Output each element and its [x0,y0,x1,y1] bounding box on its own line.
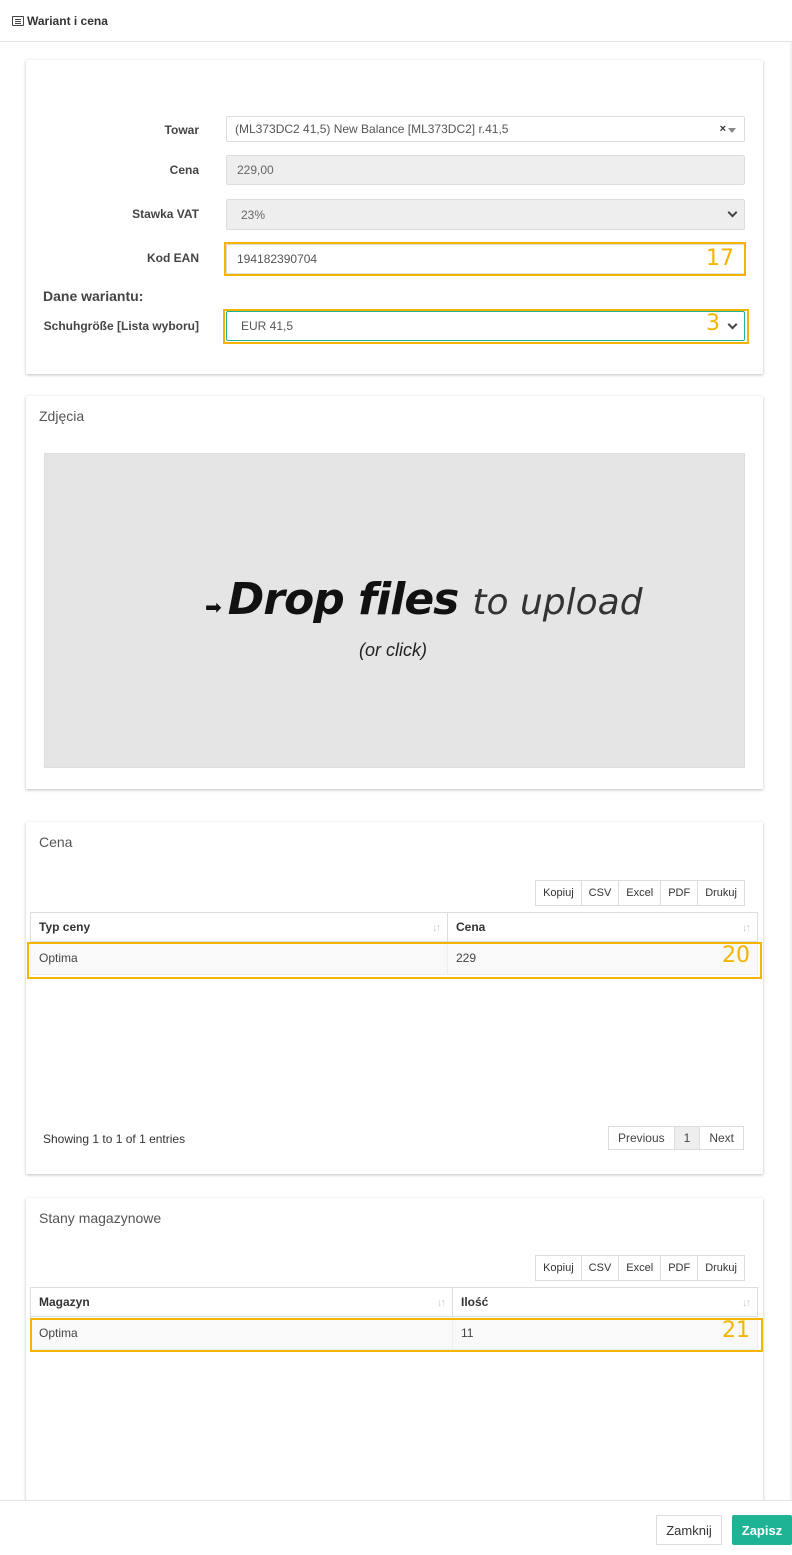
stock-row-highlight [30,1318,763,1352]
print-button[interactable]: Drukuj [697,880,745,906]
stock-export-buttons: Kopiuj CSV Excel PDF Drukuj [535,1255,745,1281]
excel-button[interactable]: Excel [618,1255,662,1281]
dropzone-light-text: to upload [472,582,643,623]
dropdown-arrow-icon[interactable] [728,128,736,133]
variant-form-panel: Towar (ML373DC2 41,5) New Balance [ML373… [26,60,763,374]
column-header-label: Ilość [461,1295,489,1309]
dropzone-bold-text: Drop files [227,574,460,625]
sort-icon: ↓↑ [742,922,751,934]
save-button[interactable]: Zapisz [732,1515,792,1545]
column-header-cena[interactable]: Cena ↓↑ [447,912,758,942]
price-export-buttons: Kopiuj CSV Excel PDF Drukuj [535,880,745,906]
column-header-label: Cena [456,920,486,934]
size-highlight [223,309,749,344]
clear-icon[interactable]: × [720,123,726,135]
list-icon [12,15,24,26]
pdf-button[interactable]: PDF [660,1255,699,1281]
pagination: Previous 1 Next [607,1126,744,1150]
sort-icon: ↓↑ [432,922,441,934]
stock-row-annotation: 21 [722,1318,750,1343]
towar-label: Towar [164,123,199,137]
ean-label: Kod EAN [147,251,199,265]
close-button[interactable]: Zamknij [656,1515,722,1545]
stock-panel: Stany magazynowe Kopiuj CSV Excel PDF Dr… [26,1198,763,1508]
chevron-down-icon [727,207,738,218]
dropzone-subtext: (or click) [359,640,427,660]
price-title: Cena [39,834,73,850]
ean-highlight [224,242,746,276]
pdf-button[interactable]: PDF [660,880,699,906]
cena-label: Cena [169,163,199,177]
excel-button[interactable]: Excel [618,880,662,906]
price-row-highlight [27,942,762,979]
column-header-typ-ceny[interactable]: Typ ceny ↓↑ [30,912,448,942]
cena-field: 229,00 [226,155,745,185]
photos-panel: Zdjęcia ➡ Drop files to upload (or click… [26,396,763,789]
modal-header: Wariant i cena [0,0,792,42]
price-row-annotation: 20 [722,943,750,968]
variant-heading: Dane wariantu: [43,288,144,304]
cena-value: 229,00 [237,163,274,177]
column-header-label: Magazyn [39,1295,90,1309]
column-header-label: Typ ceny [39,920,91,934]
page-1-button[interactable]: 1 [673,1126,701,1150]
file-dropzone[interactable]: ➡ Drop files to upload (or click) [44,453,745,768]
size-label: Schuhgröße [Lista wyboru] [43,319,199,333]
vat-select[interactable]: 23% [226,199,745,230]
dropzone-message: ➡ Drop files to upload [205,574,643,625]
column-header-ilosc[interactable]: Ilość ↓↑ [452,1287,758,1317]
table-header-row: Magazyn ↓↑ Ilość ↓↑ [30,1287,758,1317]
csv-button[interactable]: CSV [580,1255,620,1281]
column-header-magazyn[interactable]: Magazyn ↓↑ [30,1287,453,1317]
size-annotation: 3 [706,311,720,336]
sort-icon: ↓↑ [437,1297,446,1309]
print-button[interactable]: Drukuj [697,1255,745,1281]
vat-label: Stawka VAT [132,207,199,221]
photos-title: Zdjęcia [39,408,85,424]
next-page-button[interactable]: Next [699,1126,744,1150]
table-info: Showing 1 to 1 of 1 entries [43,1132,186,1146]
towar-select[interactable]: (ML373DC2 41,5) New Balance [ML373DC2] r… [226,116,745,142]
price-panel: Cena Kopiuj CSV Excel PDF Drukuj Typ cen… [26,822,763,1174]
sort-icon: ↓↑ [742,1297,751,1309]
previous-page-button[interactable]: Previous [607,1126,675,1150]
vat-value: 23% [241,207,266,222]
copy-button[interactable]: Kopiuj [535,1255,582,1281]
modal-title: Wariant i cena [27,13,108,28]
towar-value: (ML373DC2 41,5) New Balance [ML373DC2] r… [235,122,509,136]
stock-title: Stany magazynowe [39,1210,162,1226]
csv-button[interactable]: CSV [580,880,620,906]
copy-button[interactable]: Kopiuj [535,880,582,906]
arrow-right-icon: ➡ [205,597,222,619]
modal-footer: Zamknij Zapisz [0,1500,792,1555]
ean-annotation: 17 [706,246,734,271]
table-header-row: Typ ceny ↓↑ Cena ↓↑ [30,912,758,942]
